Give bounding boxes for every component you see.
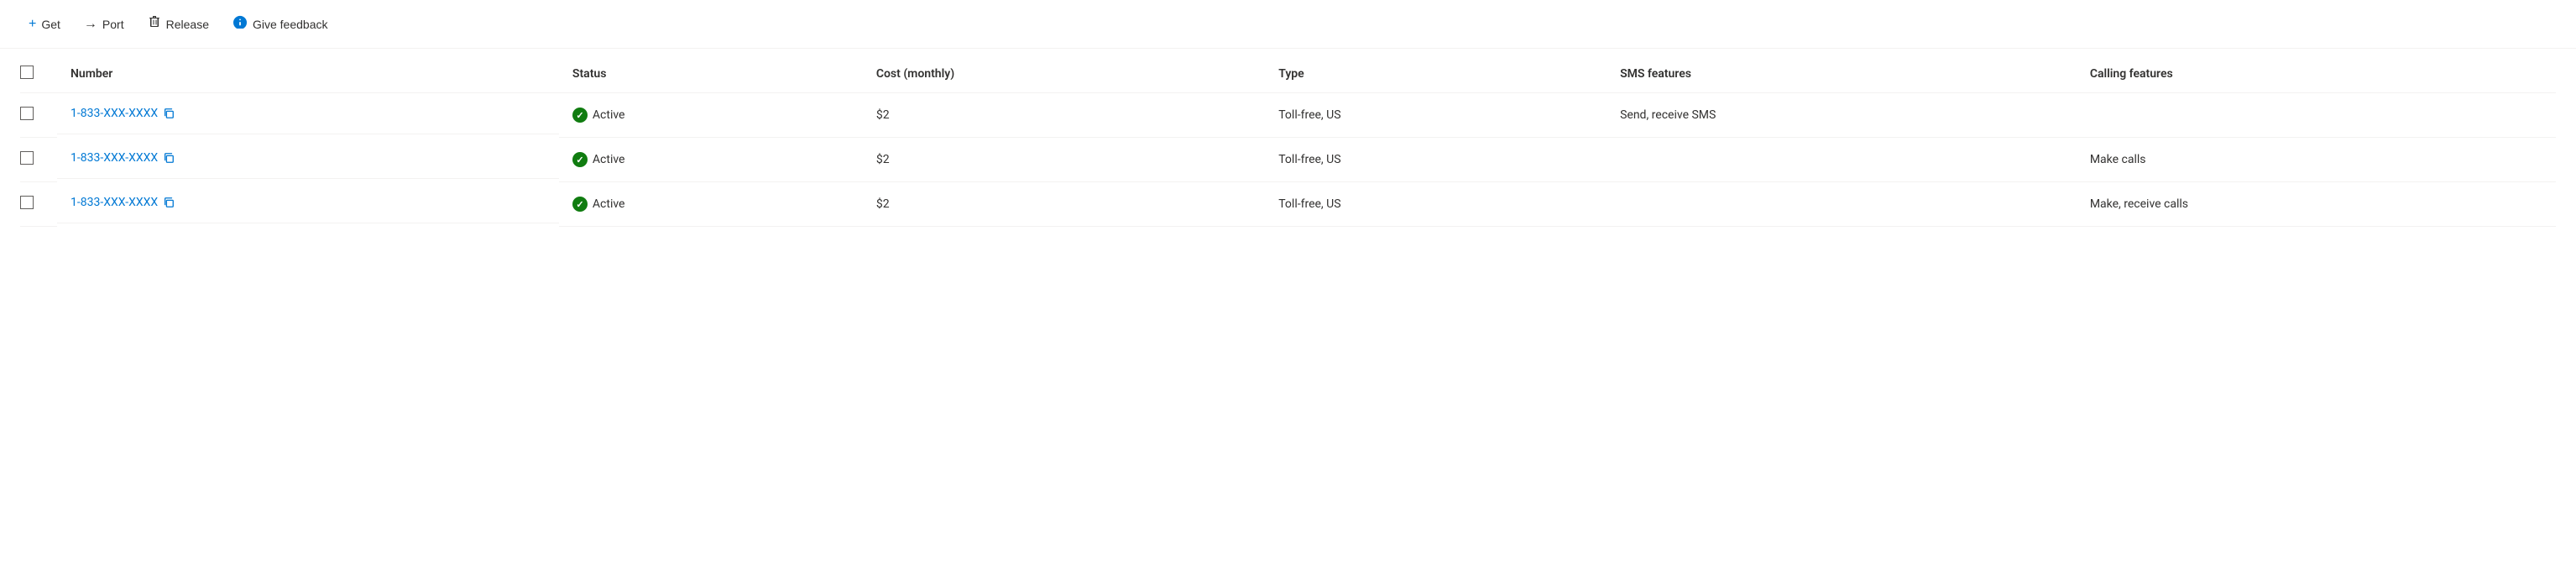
cost-cell: $2 <box>863 182 1265 227</box>
active-status-icon <box>572 108 588 123</box>
cost-cell: $2 <box>863 138 1265 182</box>
sms-features-cell: Send, receive SMS <box>1607 93 2077 138</box>
number-header: Number <box>57 55 559 93</box>
phone-numbers-table: Number Status Cost (monthly) Type SMS fe… <box>20 55 2556 227</box>
cost-header: Cost (monthly) <box>863 55 1265 93</box>
feedback-button[interactable]: Give feedback <box>224 10 337 38</box>
calling-features-header: Calling features <box>2077 55 2556 93</box>
table-row: 1-833-XXX-XXXX Active $2Toll-free, US Make … <box>20 138 2556 182</box>
cost-cell: $2 <box>863 93 1265 138</box>
sms-features-header: SMS features <box>1607 55 2077 93</box>
phone-numbers-table-container: Number Status Cost (monthly) Type SMS fe… <box>0 49 2576 234</box>
port-label: Port <box>102 18 124 31</box>
toolbar: + Get → Port Release Give feedback <box>0 0 2576 49</box>
status-text: Active <box>593 197 625 211</box>
table-header-row: Number Status Cost (monthly) Type SMS fe… <box>20 55 2556 93</box>
get-label: Get <box>41 18 60 31</box>
calling-features-cell: Make calls <box>2077 138 2556 182</box>
phone-number-link-0[interactable]: 1-833-XXX-XXXX <box>71 107 158 120</box>
row-0-checkbox[interactable] <box>20 107 34 120</box>
type-cell: Toll-free, US <box>1265 182 1607 227</box>
plus-icon: + <box>29 17 36 32</box>
status-cell: Active <box>559 93 863 138</box>
type-cell: Toll-free, US <box>1265 138 1607 182</box>
row-2-checkbox[interactable] <box>20 196 34 209</box>
status-cell: Active <box>559 138 863 182</box>
row-checkbox-cell <box>20 93 57 138</box>
number-cell: 1-833-XXX-XXXX <box>57 138 559 179</box>
table-row: 1-833-XXX-XXXX Active $2Toll-free, US Make,… <box>20 182 2556 227</box>
status-text: Active <box>593 153 625 166</box>
active-status-icon <box>572 152 588 167</box>
feedback-icon <box>233 15 248 33</box>
type-header: Type <box>1265 55 1607 93</box>
release-button[interactable]: Release <box>139 10 217 38</box>
arrow-right-icon: → <box>84 17 97 32</box>
number-cell: 1-833-XXX-XXXX <box>57 182 559 223</box>
table-row: 1-833-XXX-XXXX Active $2Toll-free, USSend,… <box>20 93 2556 138</box>
sms-features-cell <box>1607 182 2077 227</box>
status-cell: Active <box>559 182 863 227</box>
active-status-icon <box>572 197 588 212</box>
select-all-header[interactable] <box>20 55 57 93</box>
sms-features-cell <box>1607 138 2077 182</box>
calling-features-cell <box>2077 93 2556 138</box>
release-label: Release <box>166 18 209 31</box>
copy-icon[interactable] <box>163 152 175 164</box>
calling-features-cell: Make, receive calls <box>2077 182 2556 227</box>
feedback-label: Give feedback <box>253 18 328 31</box>
get-button[interactable]: + Get <box>20 12 69 37</box>
status-header: Status <box>559 55 863 93</box>
port-button[interactable]: → Port <box>76 12 133 37</box>
row-checkbox-cell <box>20 182 57 227</box>
number-cell: 1-833-XXX-XXXX <box>57 93 559 134</box>
phone-number-link-1[interactable]: 1-833-XXX-XXXX <box>71 151 158 165</box>
type-cell: Toll-free, US <box>1265 93 1607 138</box>
row-1-checkbox[interactable] <box>20 151 34 165</box>
trash-icon <box>148 15 161 33</box>
phone-number-link-2[interactable]: 1-833-XXX-XXXX <box>71 196 158 209</box>
status-text: Active <box>593 108 625 122</box>
select-all-checkbox[interactable] <box>20 66 34 79</box>
copy-icon[interactable] <box>163 197 175 208</box>
row-checkbox-cell <box>20 138 57 182</box>
copy-icon[interactable] <box>163 108 175 119</box>
